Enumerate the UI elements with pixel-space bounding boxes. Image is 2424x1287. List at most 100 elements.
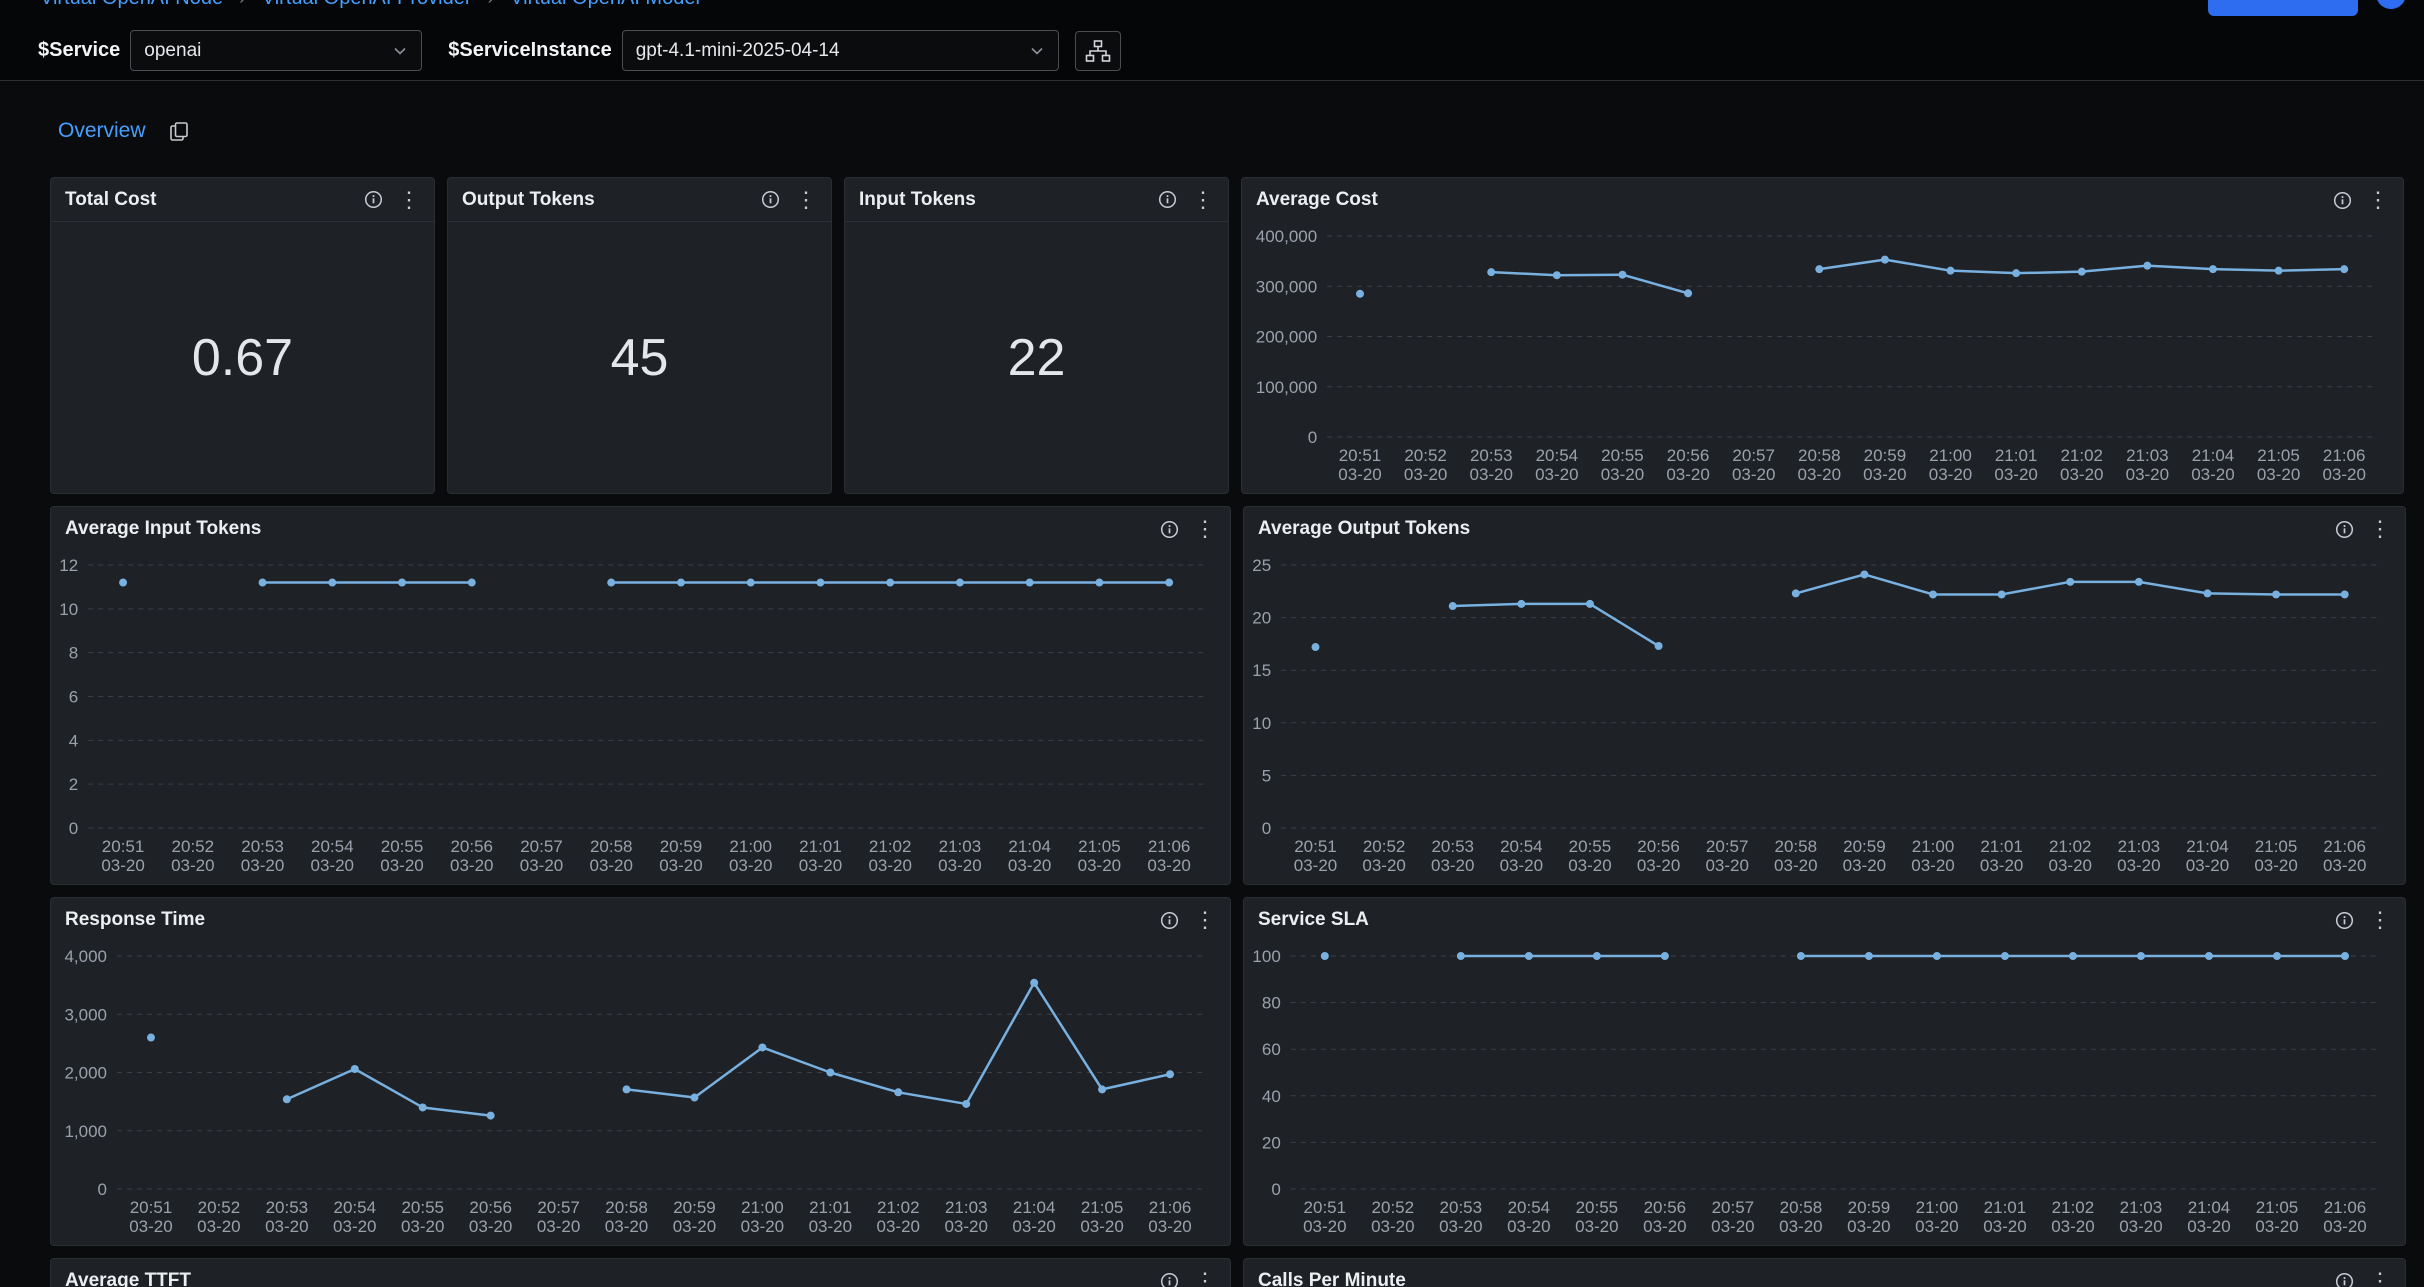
svg-text:21:03: 21:03 xyxy=(2118,837,2161,856)
service-select-value: openai xyxy=(144,40,201,62)
more-menu-icon[interactable]: ⋮ xyxy=(1194,1270,1216,1287)
svg-text:21:01: 21:01 xyxy=(799,837,842,856)
svg-text:20:54: 20:54 xyxy=(1536,446,1579,465)
svg-text:20:57: 20:57 xyxy=(1706,837,1749,856)
svg-text:0: 0 xyxy=(69,819,78,838)
more-menu-icon[interactable]: ⋮ xyxy=(2369,518,2391,540)
more-menu-icon[interactable]: ⋮ xyxy=(2369,1270,2391,1287)
chart-response-time[interactable]: 01,0002,0003,0004,00020:5103-2020:5203-2… xyxy=(51,942,1230,1245)
svg-text:20:53: 20:53 xyxy=(1470,446,1513,465)
cards-row-3: Response Time ⋮ 01,0002,0003,0004,00020:… xyxy=(50,897,2406,1246)
svg-text:200,000: 200,000 xyxy=(1256,328,1317,347)
svg-text:21:01: 21:01 xyxy=(1984,1198,2027,1217)
more-menu-icon[interactable]: ⋮ xyxy=(1192,189,1214,211)
svg-text:4,000: 4,000 xyxy=(64,947,107,966)
svg-text:03-20: 03-20 xyxy=(1798,465,1841,484)
card-response-time: Response Time ⋮ 01,0002,0003,0004,00020:… xyxy=(50,897,1231,1246)
tabs-row: Overview xyxy=(58,117,2406,145)
svg-text:03-20: 03-20 xyxy=(1568,856,1611,875)
breadcrumb-link-model[interactable]: Virtual OpenAI Model xyxy=(510,0,700,10)
svg-text:6: 6 xyxy=(69,688,78,707)
svg-text:03-20: 03-20 xyxy=(1643,1217,1686,1236)
breadcrumb-link-node[interactable]: Virtual OpenAI Node xyxy=(40,0,223,10)
info-icon[interactable] xyxy=(364,190,383,209)
info-icon[interactable] xyxy=(1158,190,1177,209)
svg-text:03-20: 03-20 xyxy=(2126,465,2169,484)
card-title: Total Cost xyxy=(65,189,156,211)
info-icon[interactable] xyxy=(2335,520,2354,539)
svg-text:03-20: 03-20 xyxy=(469,1217,512,1236)
card-average-output-tokens: Average Output Tokens ⋮ 051015202520:510… xyxy=(1243,506,2406,885)
svg-text:20:51: 20:51 xyxy=(130,1198,173,1217)
svg-text:10: 10 xyxy=(59,600,78,619)
info-icon[interactable] xyxy=(1160,1272,1179,1287)
more-menu-icon[interactable]: ⋮ xyxy=(1194,909,1216,931)
svg-text:03-20: 03-20 xyxy=(1148,1217,1191,1236)
info-icon[interactable] xyxy=(2335,1272,2354,1287)
svg-text:03-20: 03-20 xyxy=(659,856,702,875)
svg-text:03-20: 03-20 xyxy=(741,1217,784,1236)
svg-text:03-20: 03-20 xyxy=(1601,465,1644,484)
svg-text:03-20: 03-20 xyxy=(1439,1217,1482,1236)
card-header: Service SLA ⋮ xyxy=(1244,898,2405,942)
info-icon[interactable] xyxy=(761,190,780,209)
more-menu-icon[interactable]: ⋮ xyxy=(398,189,420,211)
svg-text:20:58: 20:58 xyxy=(590,837,633,856)
sitemap-icon xyxy=(1085,39,1111,63)
more-menu-icon[interactable]: ⋮ xyxy=(2369,909,2391,931)
topbar-action-button[interactable] xyxy=(2208,0,2358,16)
card-title: Average Input Tokens xyxy=(65,518,261,540)
more-menu-icon[interactable]: ⋮ xyxy=(795,189,817,211)
card-header-icons: ⋮ xyxy=(2333,189,2389,211)
more-menu-icon[interactable]: ⋮ xyxy=(2367,189,2389,211)
more-menu-icon[interactable]: ⋮ xyxy=(1194,518,1216,540)
svg-text:03-20: 03-20 xyxy=(1994,465,2037,484)
svg-text:0: 0 xyxy=(1262,819,1271,838)
card-header: Response Time ⋮ xyxy=(51,898,1230,942)
svg-text:20:58: 20:58 xyxy=(1798,446,1841,465)
copy-dashboard-icon[interactable] xyxy=(168,120,190,142)
tab-overview[interactable]: Overview xyxy=(58,119,146,143)
svg-text:03-20: 03-20 xyxy=(1535,465,1578,484)
breadcrumb-separator: › xyxy=(239,0,246,10)
info-icon[interactable] xyxy=(1160,520,1179,539)
svg-text:15: 15 xyxy=(1252,661,1271,680)
svg-text:21:01: 21:01 xyxy=(1995,446,2038,465)
svg-text:03-20: 03-20 xyxy=(1732,465,1775,484)
svg-text:20:59: 20:59 xyxy=(1843,837,1886,856)
info-icon[interactable] xyxy=(2333,191,2352,210)
card-header-icons: ⋮ xyxy=(761,189,817,211)
info-icon[interactable] xyxy=(2335,911,2354,930)
svg-text:03-20: 03-20 xyxy=(2051,1217,2094,1236)
svg-text:03-20: 03-20 xyxy=(1080,1217,1123,1236)
svg-text:20:53: 20:53 xyxy=(241,837,284,856)
svg-text:80: 80 xyxy=(1262,994,1281,1013)
svg-text:400,000: 400,000 xyxy=(1256,227,1317,246)
card-header-icons: ⋮ xyxy=(2335,1270,2391,1287)
svg-text:21:02: 21:02 xyxy=(2049,837,2092,856)
card-title: Response Time xyxy=(65,909,205,931)
chart-average-cost[interactable]: 0100,000200,000300,000400,00020:5103-202… xyxy=(1242,222,2403,493)
svg-text:03-20: 03-20 xyxy=(1980,856,2023,875)
svg-text:20:52: 20:52 xyxy=(172,837,215,856)
info-icon[interactable] xyxy=(1160,911,1179,930)
svg-text:03-20: 03-20 xyxy=(589,856,632,875)
svg-text:4: 4 xyxy=(69,731,78,750)
breadcrumb: Virtual OpenAI Node › Virtual OpenAI Pro… xyxy=(40,0,700,10)
svg-text:20:52: 20:52 xyxy=(1363,837,1406,856)
topology-button[interactable] xyxy=(1075,31,1121,71)
instance-select[interactable]: gpt-4.1-mini-2025-04-14 xyxy=(622,30,1059,71)
svg-text:21:02: 21:02 xyxy=(877,1198,920,1217)
chart-average-input-tokens[interactable]: 02468101220:5103-2020:5203-2020:5303-202… xyxy=(51,551,1230,884)
service-select[interactable]: openai xyxy=(130,30,422,71)
svg-text:0: 0 xyxy=(1271,1180,1280,1199)
service-filter-label: $Service xyxy=(38,39,120,62)
breadcrumb-link-provider[interactable]: Virtual OpenAI Provider xyxy=(262,0,472,10)
chart-service-sla[interactable]: 02040608010020:5103-2020:5203-2020:5303-… xyxy=(1244,942,2405,1245)
chart-average-output-tokens[interactable]: 051015202520:5103-2020:5203-2020:5303-20… xyxy=(1244,551,2405,884)
svg-text:21:06: 21:06 xyxy=(2323,446,2366,465)
total-cost-value: 0.67 xyxy=(51,222,434,493)
svg-text:20:54: 20:54 xyxy=(1500,837,1543,856)
svg-text:03-20: 03-20 xyxy=(1338,465,1381,484)
topbar-avatar-button[interactable] xyxy=(2376,0,2406,9)
